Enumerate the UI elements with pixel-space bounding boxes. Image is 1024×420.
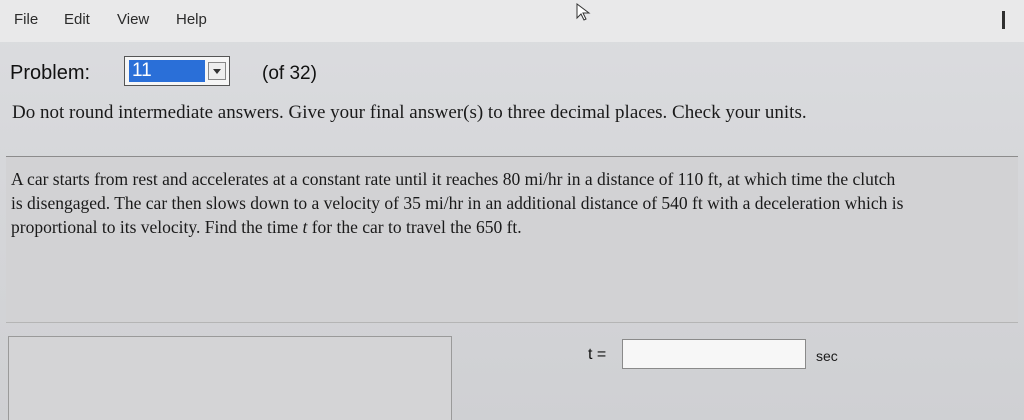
question-line-1: A car starts from rest and accelerates a… (11, 169, 896, 189)
menu-file[interactable]: File (14, 11, 38, 28)
problem-label: Problem: (10, 62, 91, 84)
menu-bar: File Edit View Help (0, 0, 1024, 42)
answer-area (8, 336, 452, 420)
menu-edit[interactable]: Edit (64, 11, 90, 28)
problem-select[interactable]: 11 (124, 56, 230, 86)
question-box: A car starts from rest and accelerates a… (6, 156, 1018, 323)
answer-label: t = (588, 346, 607, 363)
question-line-3: proportional to its velocity. Find the t… (11, 215, 1016, 239)
question-line-3-post: for the car to travel the 650 ft. (307, 217, 522, 237)
answer-unit: sec (816, 348, 838, 364)
question-line-3-pre: proportional to its velocity. Find the t… (11, 217, 303, 237)
question-line-2: is disengaged. The car then slows down t… (11, 193, 904, 213)
instructions-text: Do not round intermediate answers. Give … (12, 102, 807, 123)
question-text: A car starts from rest and accelerates a… (11, 167, 1016, 239)
answer-input[interactable] (622, 339, 806, 369)
minimize-icon[interactable] (1002, 11, 1005, 29)
menu-help[interactable]: Help (176, 11, 207, 28)
chevron-down-icon[interactable] (208, 62, 226, 80)
problem-count: (of 32) (262, 63, 317, 84)
menu-view[interactable]: View (117, 11, 149, 28)
problem-select-value: 11 (129, 60, 205, 82)
mouse-cursor-icon (576, 3, 591, 21)
